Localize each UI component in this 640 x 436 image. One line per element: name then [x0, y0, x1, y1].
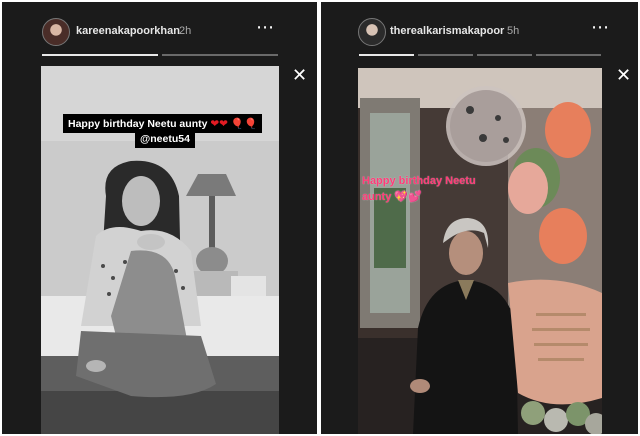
caption-text: Happy birthday Neetu aunty [68, 118, 208, 130]
close-icon[interactable]: ✕ [292, 66, 307, 84]
caption-sticker[interactable]: Happy birthday Neetu aunty 💖💕 [362, 173, 476, 205]
mention-sticker[interactable]: @neetu54 [135, 130, 195, 148]
heart-emoji-icon: ❤❤ [210, 118, 228, 130]
story-viewer-left: kareenakapoorkhan 2h ⋯ ✕ Happy birthday … [2, 2, 317, 434]
post-time: 2h [179, 25, 192, 37]
progress-segment [162, 54, 278, 56]
caption-line-2: aunty 💖💕 [362, 189, 476, 205]
party-photo-illustration [358, 68, 602, 434]
more-options-icon[interactable]: ⋯ [591, 18, 610, 36]
progress-segment [359, 54, 414, 56]
avatar[interactable] [358, 18, 386, 46]
story-header: kareenakapoorkhan 2h ⋯ [42, 18, 317, 48]
story-header: therealkarismakapoor 5h ⋯ [358, 18, 638, 48]
mention-text: @neetu54 [140, 133, 190, 145]
progress-segment [42, 54, 158, 56]
story-progress-bar [42, 54, 278, 56]
username[interactable]: therealkarismakapoor [390, 25, 504, 37]
avatar[interactable] [42, 18, 70, 46]
balloon-emoji-icon: 🎈🎈 [230, 118, 258, 130]
more-options-icon[interactable]: ⋯ [256, 18, 275, 36]
progress-segment [418, 54, 473, 56]
close-icon[interactable]: ✕ [616, 66, 631, 84]
progress-segment [536, 54, 601, 56]
heart-emoji-icon: 💖💕 [394, 191, 422, 203]
username[interactable]: kareenakapoorkhan [76, 25, 180, 37]
story-viewer-right: therealkarismakapoor 5h ⋯ ✕ Happy birthd… [321, 2, 638, 434]
post-time: 5h [507, 25, 520, 37]
story-photo[interactable]: Happy birthday Neetu aunty ❤❤ 🎈🎈 @neetu5… [41, 66, 279, 434]
caption-line-1: Happy birthday Neetu [362, 175, 476, 187]
story-photo[interactable]: Happy birthday Neetu aunty 💖💕 [358, 68, 602, 434]
story-progress-bar [359, 54, 601, 56]
progress-segment [477, 54, 532, 56]
caption-line-2-text: aunty [362, 191, 392, 203]
